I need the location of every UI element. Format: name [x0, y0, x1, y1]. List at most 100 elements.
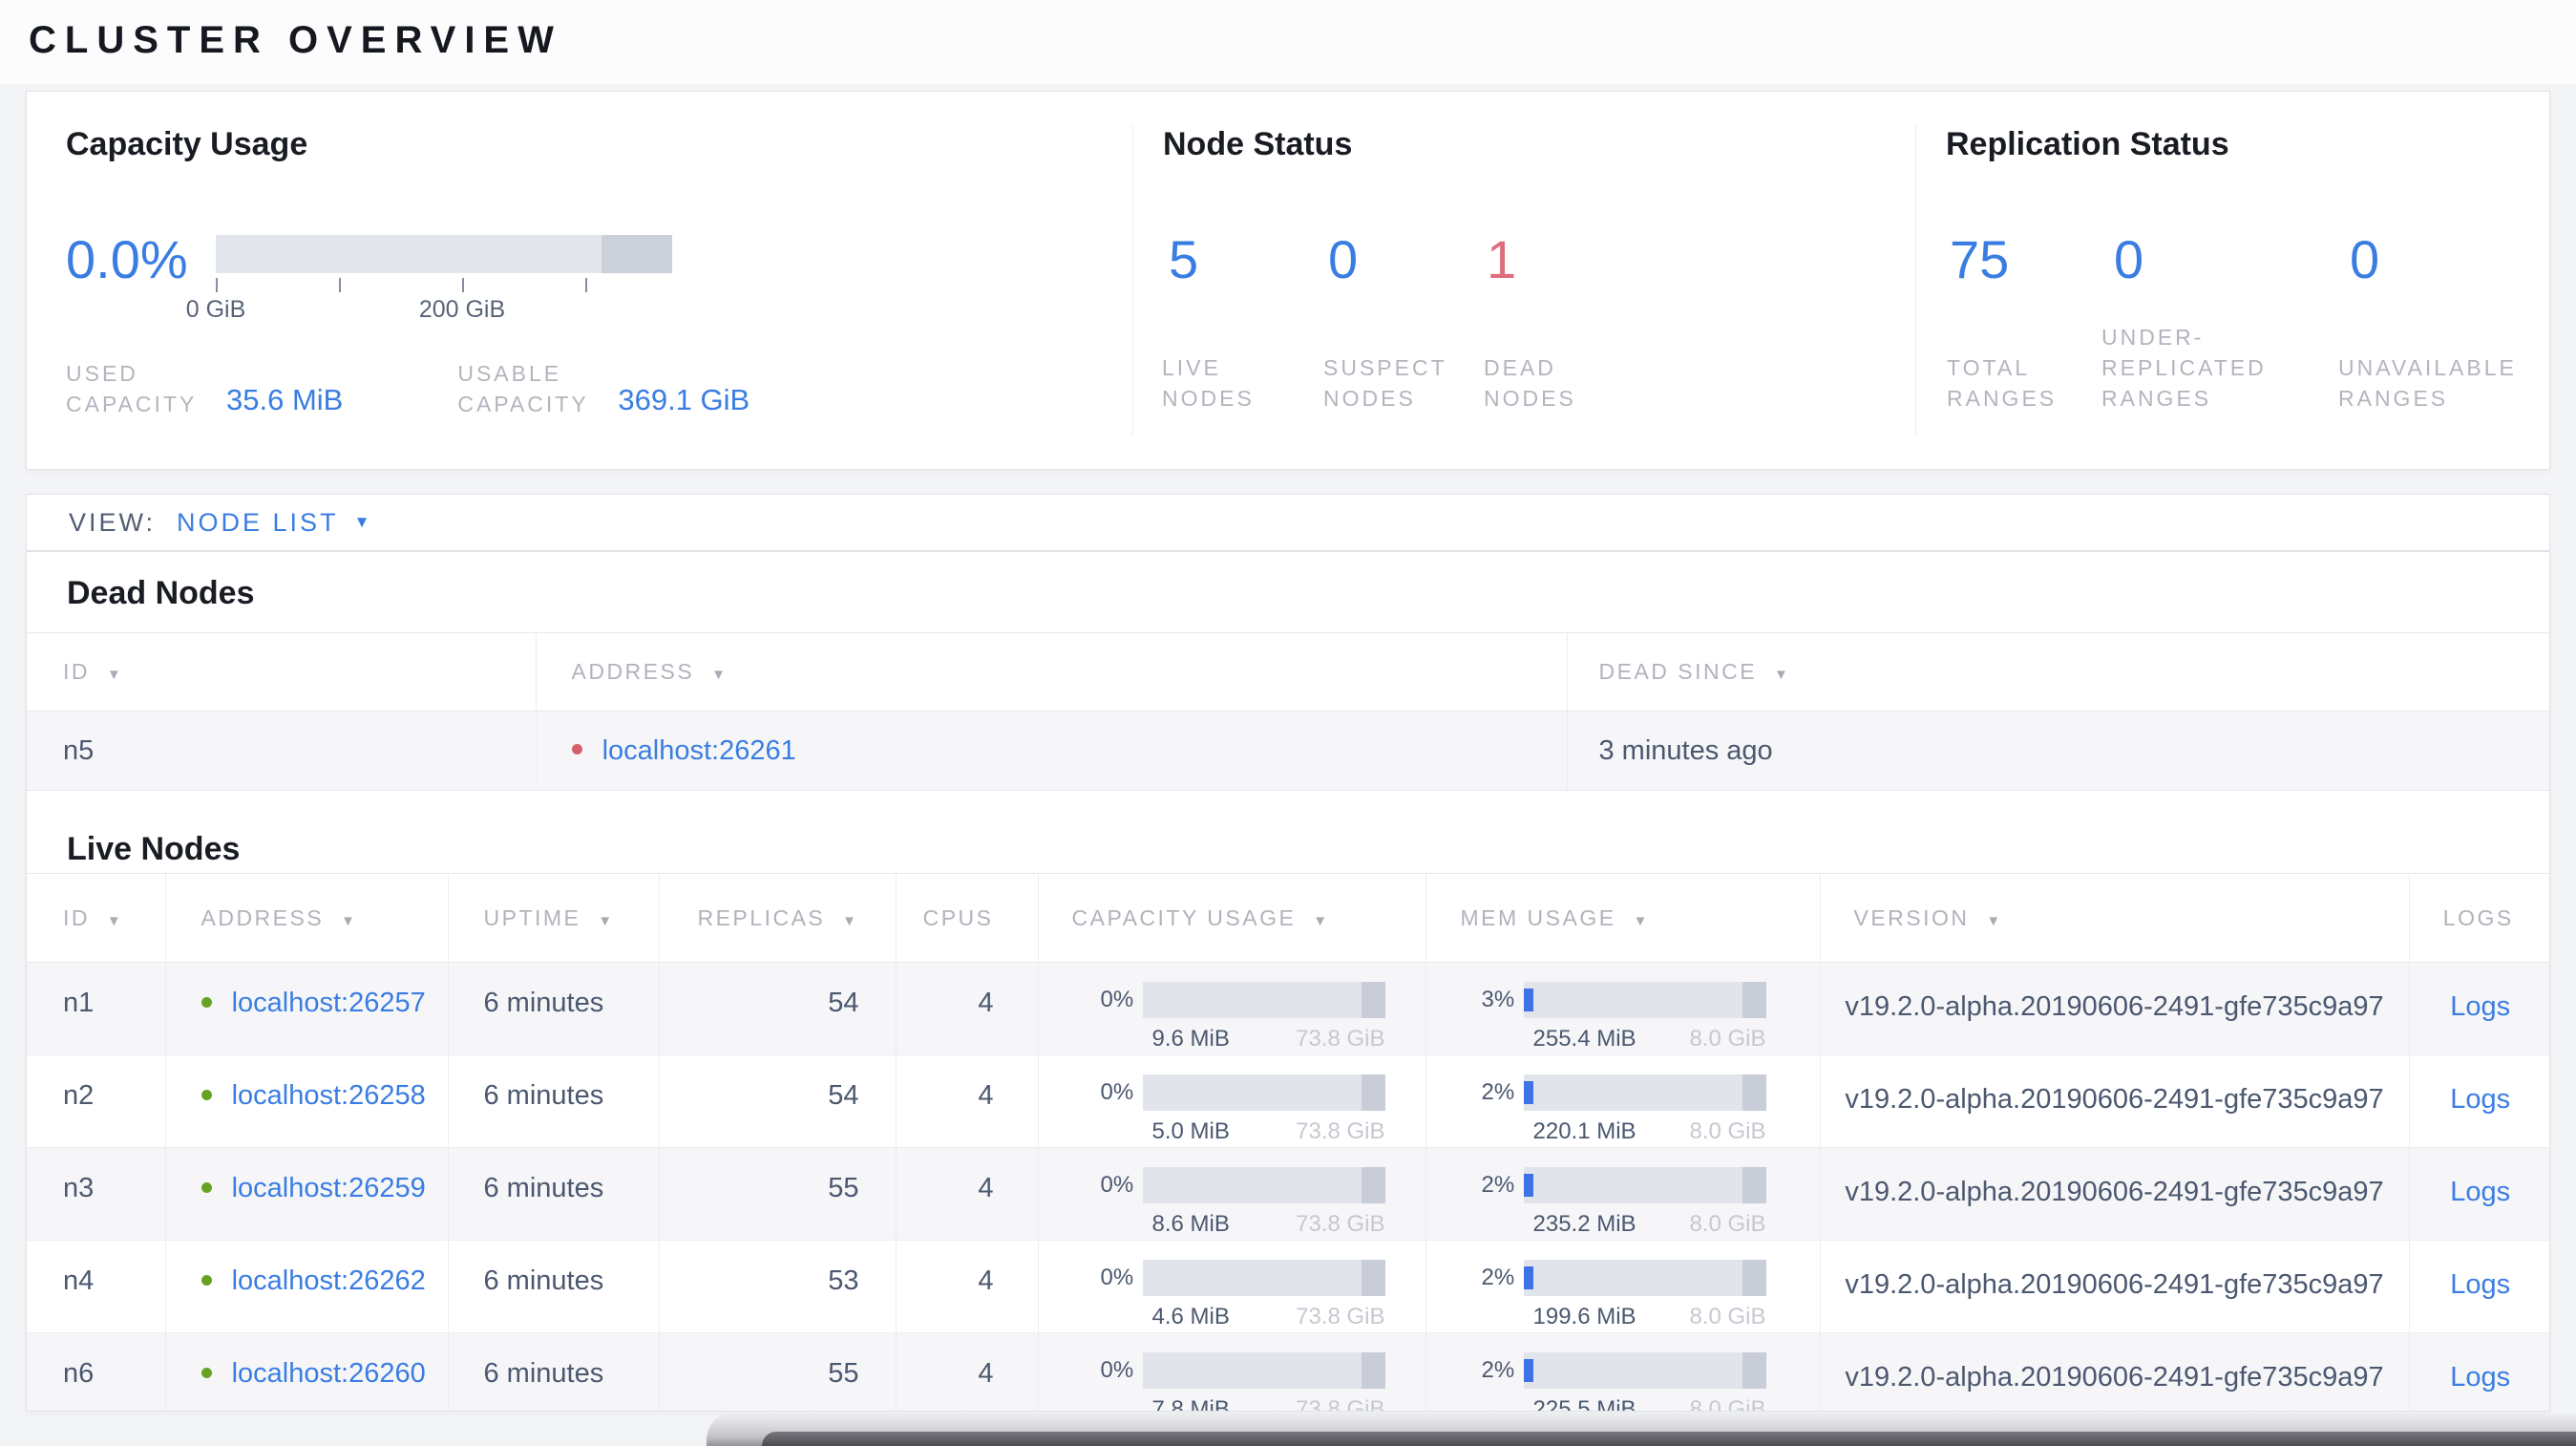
view-dropdown[interactable]: NODE LIST ▼ [177, 508, 372, 538]
summary-card: Capacity Usage 0.0% 0 GiB 200 GiB USED C… [26, 91, 2550, 470]
capacity-total: 73.8 GiB [1296, 1211, 1385, 1237]
dead-node-address-link[interactable]: localhost:26261 [602, 735, 796, 766]
live-nodes-label: LIVE NODES [1162, 355, 1255, 411]
sort-arrow-icon: ▼ [842, 912, 859, 929]
dead-col-header-dead-since[interactable]: DEAD SINCE ▼ [1566, 632, 2549, 712]
live-node-replicas: 55 [658, 1332, 896, 1411]
live-node-uptime: 6 minutes [447, 1332, 659, 1411]
live-node-address-link[interactable]: localhost:26260 [232, 1358, 426, 1389]
live-node-address-cell: localhost:26258 [164, 1054, 448, 1148]
live-node-cpus: 4 [895, 1147, 1038, 1241]
chevron-down-icon: ▼ [353, 513, 373, 531]
dead-node-id: n5 [63, 734, 95, 766]
under-replicated-ranges-count: 0 [2114, 229, 2144, 289]
live-node-logs-cell: Logs [2408, 1147, 2549, 1241]
unavailable-ranges-count: 0 [2350, 229, 2380, 289]
axis-tick [585, 278, 587, 292]
mem-bar [1523, 982, 1766, 1018]
dead-node-row: n5 localhost:26261 3 minutes ago [27, 711, 2549, 791]
suspect-nodes-label: SUSPECT NODES [1323, 355, 1447, 411]
capacity-stats: USED CAPACITY 35.6 MiB USABLE CAPACITY 3… [66, 358, 750, 419]
live-status-dot-icon [201, 1274, 212, 1286]
live-col-header-version[interactable]: VERSION ▼ [1819, 873, 2409, 963]
capacity-used: 5.0 MiB [1151, 1118, 1230, 1144]
axis-tick-label: 200 GiB [418, 296, 506, 323]
logs-link[interactable]: Logs [2450, 991, 2510, 1022]
live-node-cpus: 4 [895, 962, 1038, 1055]
mem-total: 8.0 GiB [1689, 1026, 1766, 1052]
live-node-cpus: 4 [895, 1054, 1038, 1148]
capacity-percent: 0% [1100, 987, 1134, 1012]
live-col-header-id[interactable]: ID ▼ [27, 874, 165, 963]
live-col-header-replicas[interactable]: REPLICAS ▼ [658, 873, 896, 963]
mem-bar-fill [1523, 1081, 1533, 1104]
logs-link[interactable]: Logs [2450, 1269, 2510, 1300]
mem-total: 8.0 GiB [1689, 1118, 1766, 1144]
live-node-uptime: 6 minutes [447, 962, 659, 1055]
sort-arrow-icon: ▼ [106, 912, 124, 929]
live-node-cpus: 4 [895, 1332, 1038, 1411]
capacity-percent: 0% [1100, 1357, 1134, 1383]
live-node-uptime: 6 minutes [447, 1147, 659, 1241]
under-replicated-ranges-label: UNDER-REPLICATED RANGES [2101, 325, 2267, 411]
dead-col-header-address[interactable]: ADDRESS ▼ [535, 632, 1567, 712]
live-node-address-link[interactable]: localhost:26259 [232, 1173, 426, 1203]
capacity-used: 8.6 MiB [1151, 1211, 1230, 1237]
live-node-mem-cell: 2% 225.5 MiB 8.0 GiB [1425, 1332, 1820, 1412]
live-status-dot-icon [201, 1181, 212, 1193]
live-node-capacity-cell: 0% 4.6 MiB 73.8 GiB [1037, 1240, 1425, 1333]
capacity-total: 73.8 GiB [1296, 1396, 1385, 1412]
capacity-usage-percent: 0.0% [66, 229, 188, 289]
logs-link[interactable]: Logs [2450, 1362, 2510, 1393]
live-node-address-link[interactable]: localhost:26262 [232, 1265, 426, 1296]
capacity-percent: 0% [1100, 1265, 1134, 1290]
mem-bar [1523, 1074, 1766, 1111]
cluster-overview-page: CLUSTER OVERVIEW Capacity Usage 0.0% 0 G… [0, 0, 2576, 1446]
dead-nodes-table: ID ▼ ADDRESS ▼ DEAD SINCE ▼ n5 localhost… [27, 632, 2549, 791]
mem-used: 255.4 MiB [1532, 1026, 1636, 1052]
live-node-replicas: 54 [658, 962, 896, 1055]
live-col-header-cpus: CPUS [895, 873, 1038, 963]
live-node-address-link[interactable]: localhost:26258 [232, 1080, 426, 1111]
capacity-bar [1142, 1260, 1385, 1296]
capacity-bar [1142, 1167, 1385, 1203]
live-col-header-uptime[interactable]: UPTIME ▼ [447, 873, 659, 963]
mem-used: 220.1 MiB [1532, 1118, 1636, 1144]
live-col-header-mem[interactable]: MEM USAGE ▼ [1425, 873, 1820, 963]
live-node-mem-cell: 2% 220.1 MiB 8.0 GiB [1425, 1054, 1820, 1148]
live-node-uptime: 6 minutes [447, 1054, 659, 1148]
sort-arrow-icon: ▼ [1773, 667, 1791, 683]
live-node-address-link[interactable]: localhost:26257 [232, 988, 426, 1018]
live-node-id: n2 [63, 1080, 95, 1111]
mem-bar [1523, 1352, 1766, 1389]
live-node-logs-cell: Logs [2408, 962, 2549, 1055]
dead-col-header-id[interactable]: ID ▼ [27, 633, 536, 712]
live-node-row: n6 localhost:26260 6 minutes 55 4 0% 7.8… [27, 1332, 2549, 1412]
live-node-mem-cell: 3% 255.4 MiB 8.0 GiB [1425, 962, 1820, 1055]
replication-status-title: Replication Status [1946, 126, 2229, 162]
live-col-header-capacity[interactable]: CAPACITY USAGE ▼ [1037, 873, 1425, 963]
total-ranges-label: TOTAL RANGES [1947, 355, 2058, 411]
live-status-dot-icon [201, 1367, 212, 1378]
live-node-version: v19.2.0-alpha.20190606-2491-gfe735c9a97 [1819, 1054, 2409, 1148]
mem-total: 8.0 GiB [1689, 1304, 1766, 1329]
live-node-address-cell: localhost:26262 [164, 1240, 448, 1333]
live-node-capacity-cell: 0% 7.8 MiB 73.8 GiB [1037, 1332, 1425, 1412]
live-col-header-address[interactable]: ADDRESS ▼ [164, 873, 448, 963]
logs-link[interactable]: Logs [2450, 1177, 2510, 1207]
mem-bar-fill [1523, 1359, 1533, 1382]
capacity-used: 7.8 MiB [1151, 1396, 1230, 1412]
live-nodes-heading: Live Nodes [67, 831, 241, 867]
live-node-capacity-cell: 0% 9.6 MiB 73.8 GiB [1037, 962, 1425, 1055]
mem-used: 225.5 MiB [1532, 1396, 1636, 1412]
live-node-logs-cell: Logs [2408, 1332, 2549, 1411]
mem-percent: 2% [1481, 1172, 1515, 1198]
live-node-capacity-cell: 0% 8.6 MiB 73.8 GiB [1037, 1147, 1425, 1241]
live-node-logs-cell: Logs [2408, 1054, 2549, 1148]
live-node-replicas: 53 [658, 1240, 896, 1333]
view-bar: VIEW: NODE LIST ▼ [26, 494, 2550, 551]
logs-link[interactable]: Logs [2450, 1084, 2510, 1115]
live-node-id: n4 [63, 1265, 95, 1296]
used-capacity-label: USED CAPACITY [66, 361, 198, 416]
live-nodes-table: ID ▼ ADDRESS ▼ UPTIME ▼ REPLICAS ▼ CPUS … [27, 873, 2549, 1412]
